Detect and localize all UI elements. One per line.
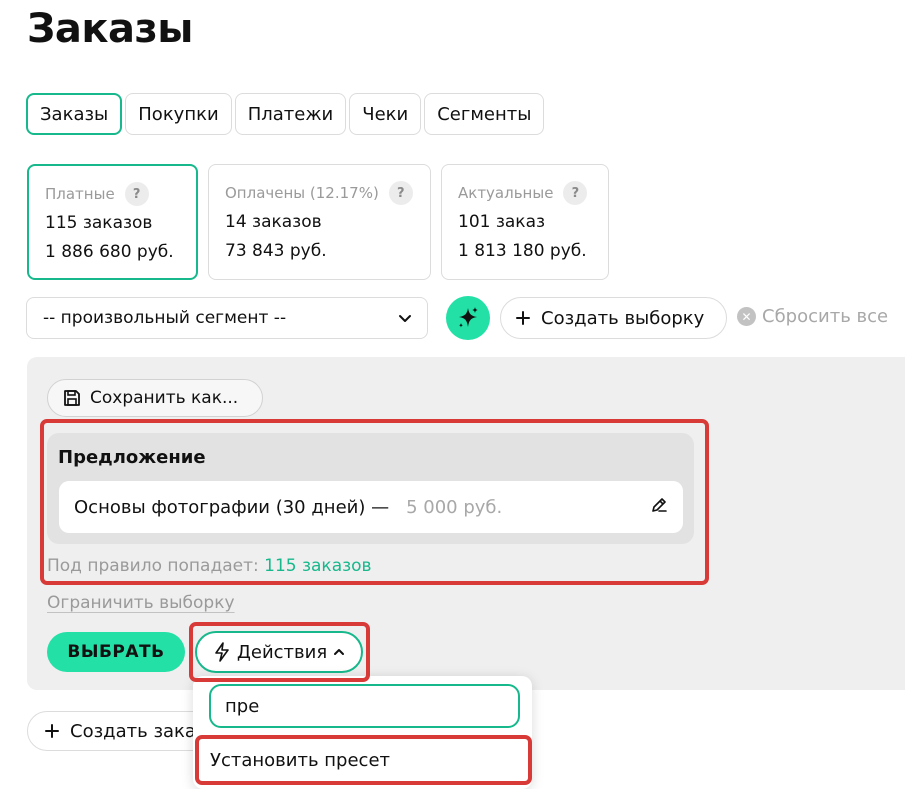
stat-amount: 73 843 руб. [225, 241, 327, 261]
actions-button[interactable]: Действия [195, 631, 363, 673]
help-icon[interactable]: ? [124, 182, 149, 206]
help-icon[interactable]: ? [388, 181, 413, 205]
save-as-button[interactable]: Сохранить как... [47, 379, 263, 417]
chevron-up-icon [334, 649, 345, 655]
matches-count[interactable]: 115 заказов [264, 556, 371, 576]
stat-card-actual[interactable]: Актуальные ? 101 заказ 1 813 180 руб. [441, 164, 609, 280]
page-title: Заказы [27, 6, 193, 52]
stat-label: Платные [45, 185, 115, 203]
create-order-label: Создать заказ [70, 720, 206, 742]
tab-receipts[interactable]: Чеки [349, 93, 422, 135]
tab-orders[interactable]: Заказы [26, 93, 123, 135]
stat-count: 101 заказ [458, 212, 546, 232]
segment-select[interactable]: -- произвольный сегмент -- [26, 297, 428, 339]
close-icon: ✕ [737, 307, 756, 326]
stat-label: Актуальные [458, 184, 554, 202]
actions-search-input[interactable] [209, 684, 520, 728]
plus-icon [45, 724, 59, 738]
stat-label-row: Актуальные ? [458, 181, 592, 205]
tab-bar: Заказы Покупки Платежи Чеки Сегменты [26, 93, 545, 135]
plus-icon [516, 311, 530, 325]
select-button[interactable]: ВЫБРАТЬ [47, 632, 185, 672]
stat-amount: 1 813 180 руб. [458, 241, 587, 261]
pencil-icon[interactable] [649, 495, 669, 515]
reset-all-label: Сбросить все [762, 306, 889, 327]
ai-assist-button[interactable] [446, 296, 490, 340]
tab-purchases[interactable]: Покупки [125, 93, 232, 135]
create-selection-label: Создать выборку [541, 307, 705, 329]
create-selection-button[interactable]: Создать выборку [500, 297, 727, 339]
chevron-down-icon [399, 315, 411, 322]
offer-value-field[interactable]: Основы фотографии (30 дней) — 5 000 руб. [59, 481, 683, 533]
sparkle-icon [459, 307, 478, 328]
tab-payments[interactable]: Платежи [234, 93, 347, 135]
stat-card-paid-off[interactable]: Оплачены (12.17%) ? 14 заказов 73 843 ру… [208, 164, 431, 280]
stat-label-row: Оплачены (12.17%) ? [225, 181, 414, 205]
tab-segments[interactable]: Сегменты [424, 93, 545, 135]
save-as-label: Сохранить как... [90, 388, 239, 408]
offer-price: 5 000 руб. [406, 496, 503, 518]
floppy-disk-icon [64, 390, 80, 406]
help-icon[interactable]: ? [563, 181, 588, 205]
offer-condition-title: Предложение [58, 447, 206, 468]
actions-label: Действия [236, 641, 328, 663]
offer-name: Основы фотографии (30 дней) — [74, 496, 390, 518]
menu-item-set-preset[interactable]: Установить пресет [198, 737, 529, 783]
stat-card-paid[interactable]: Платные ? 115 заказов 1 886 680 руб. [27, 164, 198, 280]
reset-all-button[interactable]: ✕ Сбросить все [737, 306, 888, 327]
segment-select-value: -- произвольный сегмент -- [43, 308, 287, 328]
matches-prefix: Под правило попадает: [47, 556, 259, 576]
stat-amount: 1 886 680 руб. [45, 242, 174, 262]
lightning-icon [215, 642, 229, 662]
stat-label-row: Платные ? [45, 182, 180, 206]
stat-label: Оплачены (12.17%) [225, 184, 379, 202]
matches-summary: Под правило попадает: 115 заказов [47, 556, 372, 576]
limit-selection-link[interactable]: Ограничить выборку [47, 593, 235, 613]
stat-count: 115 заказов [45, 213, 153, 233]
stat-count: 14 заказов [225, 212, 322, 232]
